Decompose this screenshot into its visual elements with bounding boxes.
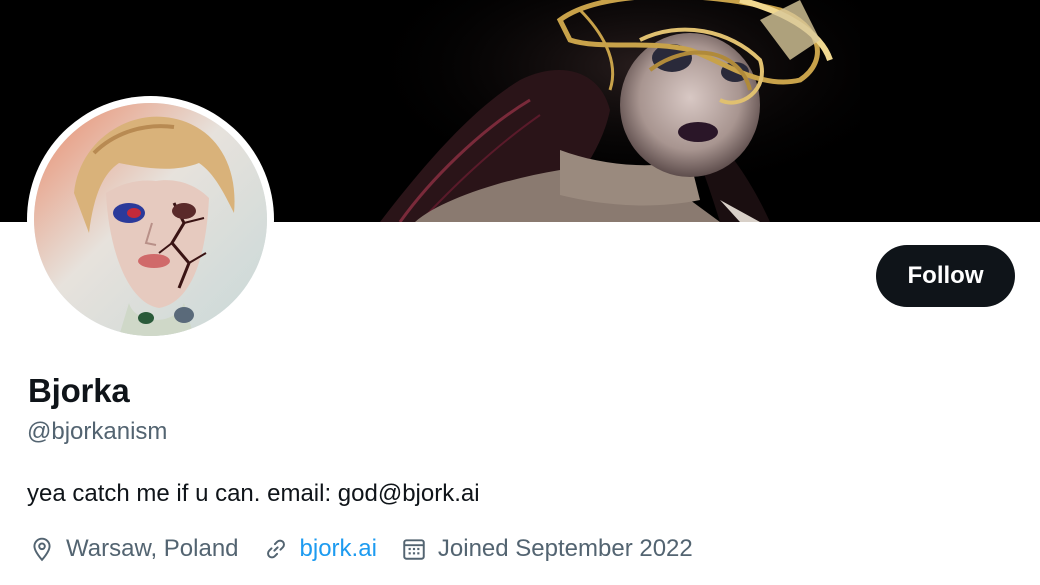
- location-text: Warsaw, Poland: [66, 535, 239, 562]
- display-name: Bjorka: [28, 372, 130, 409]
- link-icon: [261, 534, 291, 564]
- website-item[interactable]: bjork.ai: [261, 534, 377, 564]
- follow-button[interactable]: Follow: [876, 245, 1015, 307]
- location-pin-icon: [27, 534, 57, 564]
- profile-meta-row: Warsaw, Poland bjork.ai Joined September…: [27, 532, 715, 566]
- joined-date-text: Joined September 2022: [437, 535, 693, 562]
- calendar-icon: [399, 534, 429, 564]
- joined-item: Joined September 2022: [399, 534, 693, 564]
- website-link[interactable]: bjork.ai: [300, 535, 377, 563]
- avatar[interactable]: [34, 103, 267, 336]
- bio-text: yea catch me if u can. email: god@bjork.…: [27, 480, 480, 507]
- user-handle: @bjorkanism: [27, 418, 168, 445]
- location-item: Warsaw, Poland: [27, 534, 239, 564]
- avatar-photo: [34, 103, 267, 336]
- profile-page: Follow Bjorka @bjorkanism yea catch me i…: [0, 0, 1040, 585]
